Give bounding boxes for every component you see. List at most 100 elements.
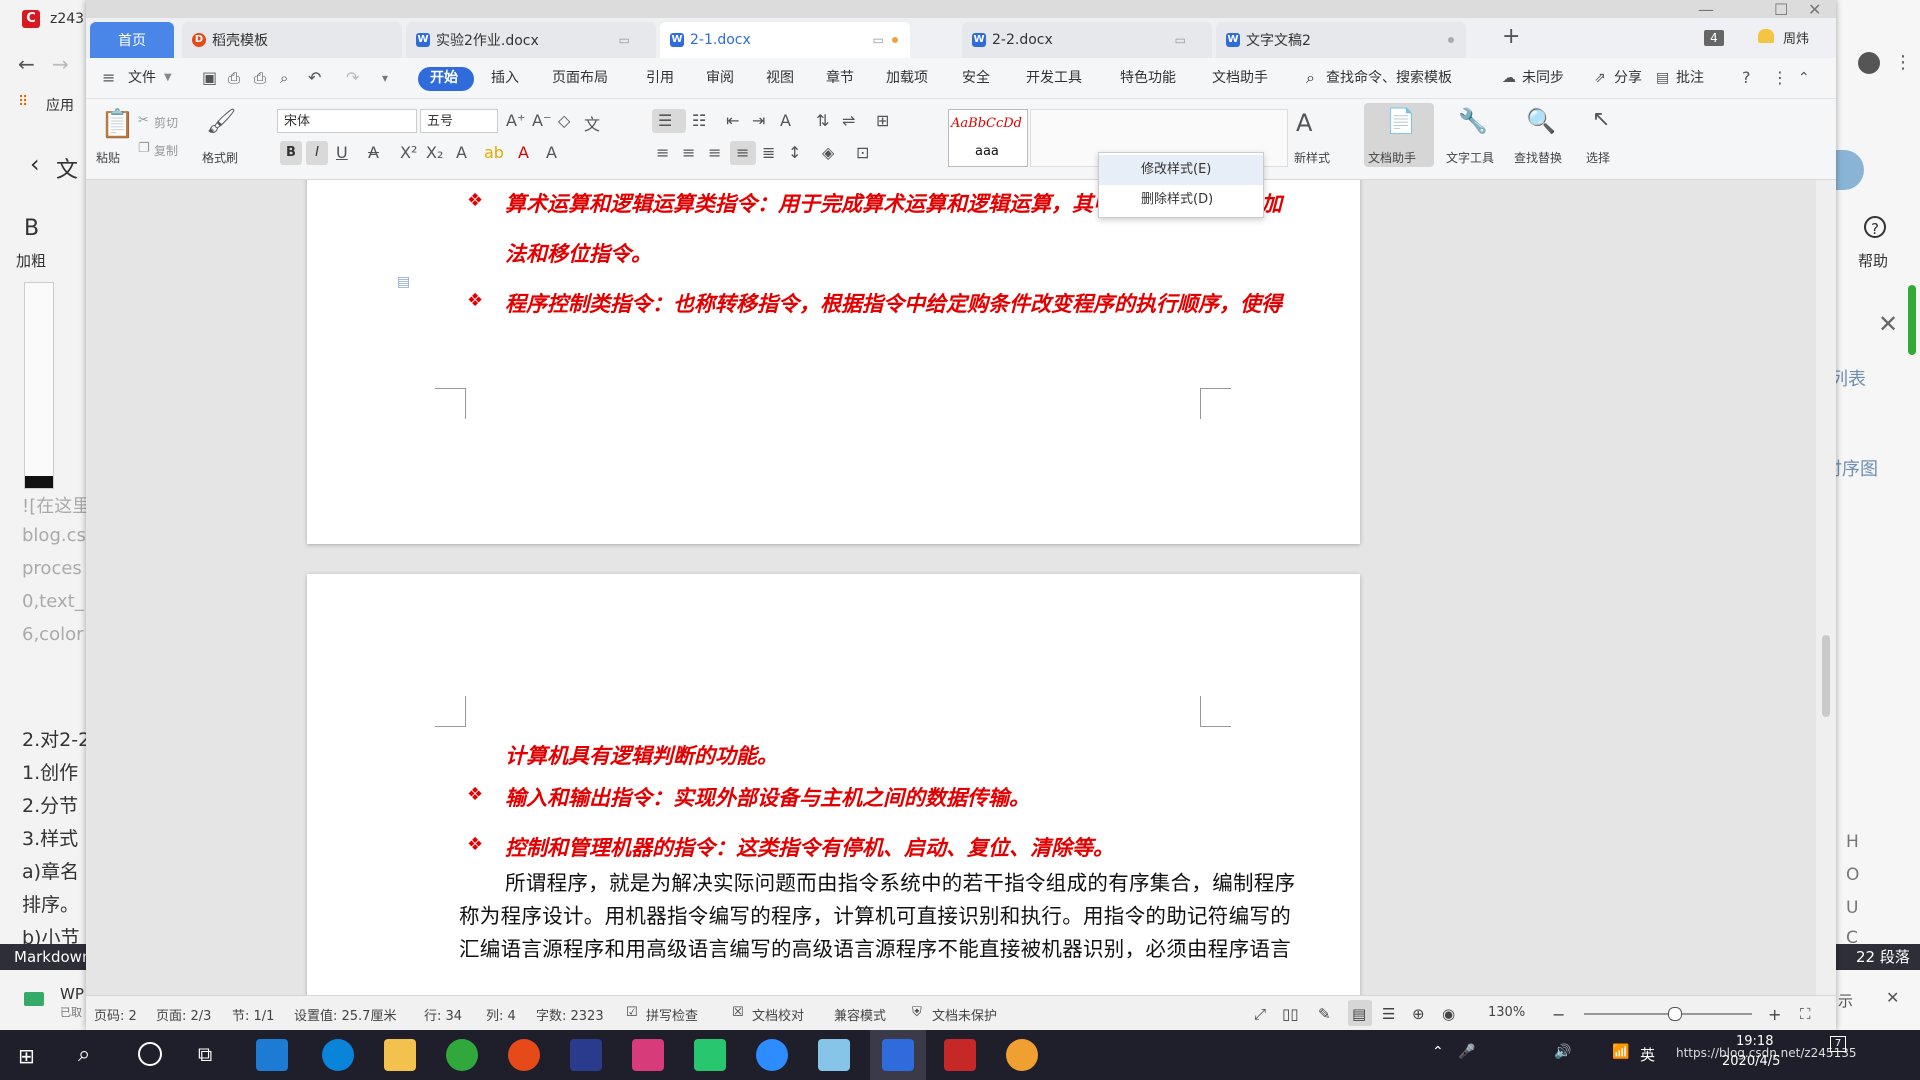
write-mode-icon[interactable]: ✎ <box>1318 1005 1331 1023</box>
tab-count-badge[interactable]: 4 <box>1704 30 1724 46</box>
fit-page-icon[interactable]: ⛶ <box>1800 1005 1811 1023</box>
back-arrow-icon[interactable]: ← <box>18 52 35 76</box>
status-row[interactable]: 行: 34 <box>424 1005 462 1024</box>
align-center-icon[interactable]: ≡ <box>682 143 695 162</box>
select-cursor-icon[interactable]: ↖ <box>1592 107 1610 132</box>
hamburger-icon[interactable]: ≡ <box>102 58 115 98</box>
share-button[interactable]: 分享 <box>1614 58 1642 98</box>
close-icon[interactable]: ✕ <box>1808 0 1821 19</box>
zoom-app-icon[interactable] <box>756 1039 788 1071</box>
quick-print-icon[interactable]: ⎙ <box>228 58 240 98</box>
char-spacing-icon[interactable]: A <box>780 111 791 130</box>
tab-start[interactable]: 开始 <box>430 58 458 98</box>
scrollbar-thumb[interactable] <box>1822 635 1830 717</box>
zoom-slider-thumb[interactable] <box>1668 1007 1682 1021</box>
align-left-icon[interactable]: ≡ <box>656 143 669 162</box>
shading-icon[interactable]: ◈ <box>822 143 834 162</box>
increase-indent-icon[interactable]: ⇥ <box>752 111 765 130</box>
devcpp-icon[interactable] <box>570 1039 602 1071</box>
highlight-icon[interactable]: ab <box>484 143 504 162</box>
save-icon[interactable]: ▣ <box>202 58 217 98</box>
font-name-select[interactable]: 宋体 <box>277 109 417 133</box>
shrink-font-icon[interactable]: A⁻ <box>532 111 551 130</box>
find-replace-icon[interactable]: 🔍 <box>1526 107 1556 135</box>
print-icon[interactable]: ⎙ <box>254 58 266 98</box>
cloud-icon[interactable]: ☁ <box>1502 58 1516 98</box>
tab-features[interactable]: 特色功能 <box>1120 58 1176 98</box>
apps-grid-icon[interactable]: ⠿ <box>18 94 28 110</box>
copy-icon[interactable]: ❐ <box>138 141 150 156</box>
doc-line[interactable]: 计算机具有逻辑判断的功能。 <box>505 740 778 770</box>
superscript-icon[interactable]: X² <box>400 143 417 162</box>
style-gallery-item[interactable]: AaBbCcDd aaa <box>948 109 1028 167</box>
page-view-icon[interactable]: ▤ <box>1352 1005 1366 1023</box>
display-label[interactable]: 示 <box>1838 990 1853 1011</box>
search-icon[interactable]: ⌕ <box>78 1042 90 1067</box>
eye-protect-icon[interactable]: ◉ <box>1442 1005 1455 1023</box>
vertical-scrollbar[interactable] <box>1816 180 1836 995</box>
tab-chapter[interactable]: 章节 <box>826 58 854 98</box>
tab-addins[interactable]: 加载项 <box>886 58 928 98</box>
command-search[interactable]: 查找命令、搜索模板 <box>1326 58 1452 98</box>
scissors-icon[interactable]: ✂ <box>138 113 149 128</box>
wifi-icon[interactable]: 📶 <box>1612 1044 1629 1060</box>
zoom-out-icon[interactable]: − <box>1552 1005 1565 1024</box>
modify-style-menu-item[interactable]: 修改样式(E) <box>1099 155 1263 185</box>
print-preview-icon[interactable]: ⌕ <box>280 58 288 98</box>
close-icon[interactable]: ✕ <box>1886 988 1899 1007</box>
media-player-icon[interactable] <box>944 1039 976 1071</box>
subscript-icon[interactable]: X₂ <box>426 143 443 162</box>
doc-line[interactable]: 所谓程序，就是为解决实际问题而由指令系统中的若干指令组成的有序集合，编制程序 <box>505 866 1295 896</box>
wps-writer-icon[interactable] <box>882 1039 914 1071</box>
more-menu-icon[interactable]: ⋮ <box>1894 52 1912 73</box>
ime-indicator[interactable]: 英 <box>1640 1044 1655 1065</box>
tab-doc-assistant[interactable]: 文档助手 <box>1212 58 1268 98</box>
clock-date[interactable]: 2020/4/5 <box>1722 1054 1780 1069</box>
forward-arrow-icon[interactable]: → <box>52 52 69 76</box>
format-painter-icon[interactable]: 🖌 <box>206 107 236 135</box>
tab-view[interactable]: 视图 <box>766 58 794 98</box>
task-view-icon[interactable]: ⧉ <box>198 1042 212 1066</box>
tab-docer-templates[interactable]: D 稻壳模板 <box>182 22 402 58</box>
font-size-select[interactable]: 五号 <box>420 109 498 133</box>
sync-status[interactable]: 未同步 <box>1522 58 1564 98</box>
doc-line[interactable]: 法和移位指令。 <box>505 238 652 268</box>
table-border-icon[interactable]: ⊡ <box>856 143 869 162</box>
tab-references[interactable]: 引用 <box>646 58 674 98</box>
tab-developer[interactable]: 开发工具 <box>1026 58 1082 98</box>
sort-icon[interactable]: ⇅ <box>816 111 829 130</box>
decrease-indent-icon[interactable]: ⇤ <box>726 111 739 130</box>
customize-icon[interactable]: ▾ <box>382 58 388 98</box>
web-view-icon[interactable]: ⊕ <box>1412 1005 1425 1023</box>
status-col[interactable]: 列: 4 <box>486 1005 516 1024</box>
volume-icon[interactable]: 🔊 <box>1554 1044 1571 1060</box>
minimize-icon[interactable]: — <box>1698 0 1714 19</box>
format-painter-button[interactable]: 格式刷 <box>202 149 238 166</box>
paragraph-options-icon[interactable]: ▤ <box>397 274 410 290</box>
tab-home[interactable]: 首页 <box>90 22 174 58</box>
status-page-no[interactable]: 页码: 2 <box>94 1005 137 1024</box>
cortana-icon[interactable] <box>138 1042 162 1066</box>
delete-style-menu-item[interactable]: 删除样式(D) <box>1099 185 1263 215</box>
doc-line[interactable]: 称为程序设计。用机器指令编写的程序，计算机可直接识别和执行。用指令的助记符编写的 <box>459 899 1291 929</box>
proofread-button[interactable]: 文档校对 <box>752 1005 804 1024</box>
doc-assistant-button[interactable]: 文档助手 <box>1368 149 1416 166</box>
line-spacing-icon[interactable]: ⇌ <box>842 111 855 130</box>
select-button[interactable]: 选择 <box>1586 149 1610 166</box>
protection-status[interactable]: 文档未保护 <box>932 1005 997 1024</box>
italic-button[interactable]: I <box>306 141 328 165</box>
page[interactable]: ❖ 算术运算和逻辑运算类指令：用于完成算术运算和逻辑运算，其中最基本的指令是加 … <box>307 180 1360 544</box>
notification-badge[interactable]: 7 <box>1830 1036 1846 1052</box>
microphone-icon[interactable]: 🎤 <box>1458 1044 1475 1060</box>
status-section[interactable]: 节: 1/1 <box>232 1005 274 1024</box>
profile-icon[interactable] <box>1858 52 1880 74</box>
redo-icon[interactable]: ↷ <box>346 58 359 98</box>
tray-chevron-icon[interactable]: ⌃ <box>1432 1044 1444 1060</box>
tab-insert[interactable]: 插入 <box>491 58 519 98</box>
more-icon[interactable]: ⋮ <box>1772 58 1788 98</box>
proofread-icon[interactable]: ☒ <box>732 1005 744 1020</box>
clear-format-icon[interactable]: ◇ <box>558 111 570 130</box>
new-tab-plus-icon[interactable]: + <box>1502 24 1520 49</box>
fullscreen-icon[interactable]: ⤢ <box>1254 1005 1266 1023</box>
close-icon[interactable]: ✕ <box>1878 310 1898 338</box>
